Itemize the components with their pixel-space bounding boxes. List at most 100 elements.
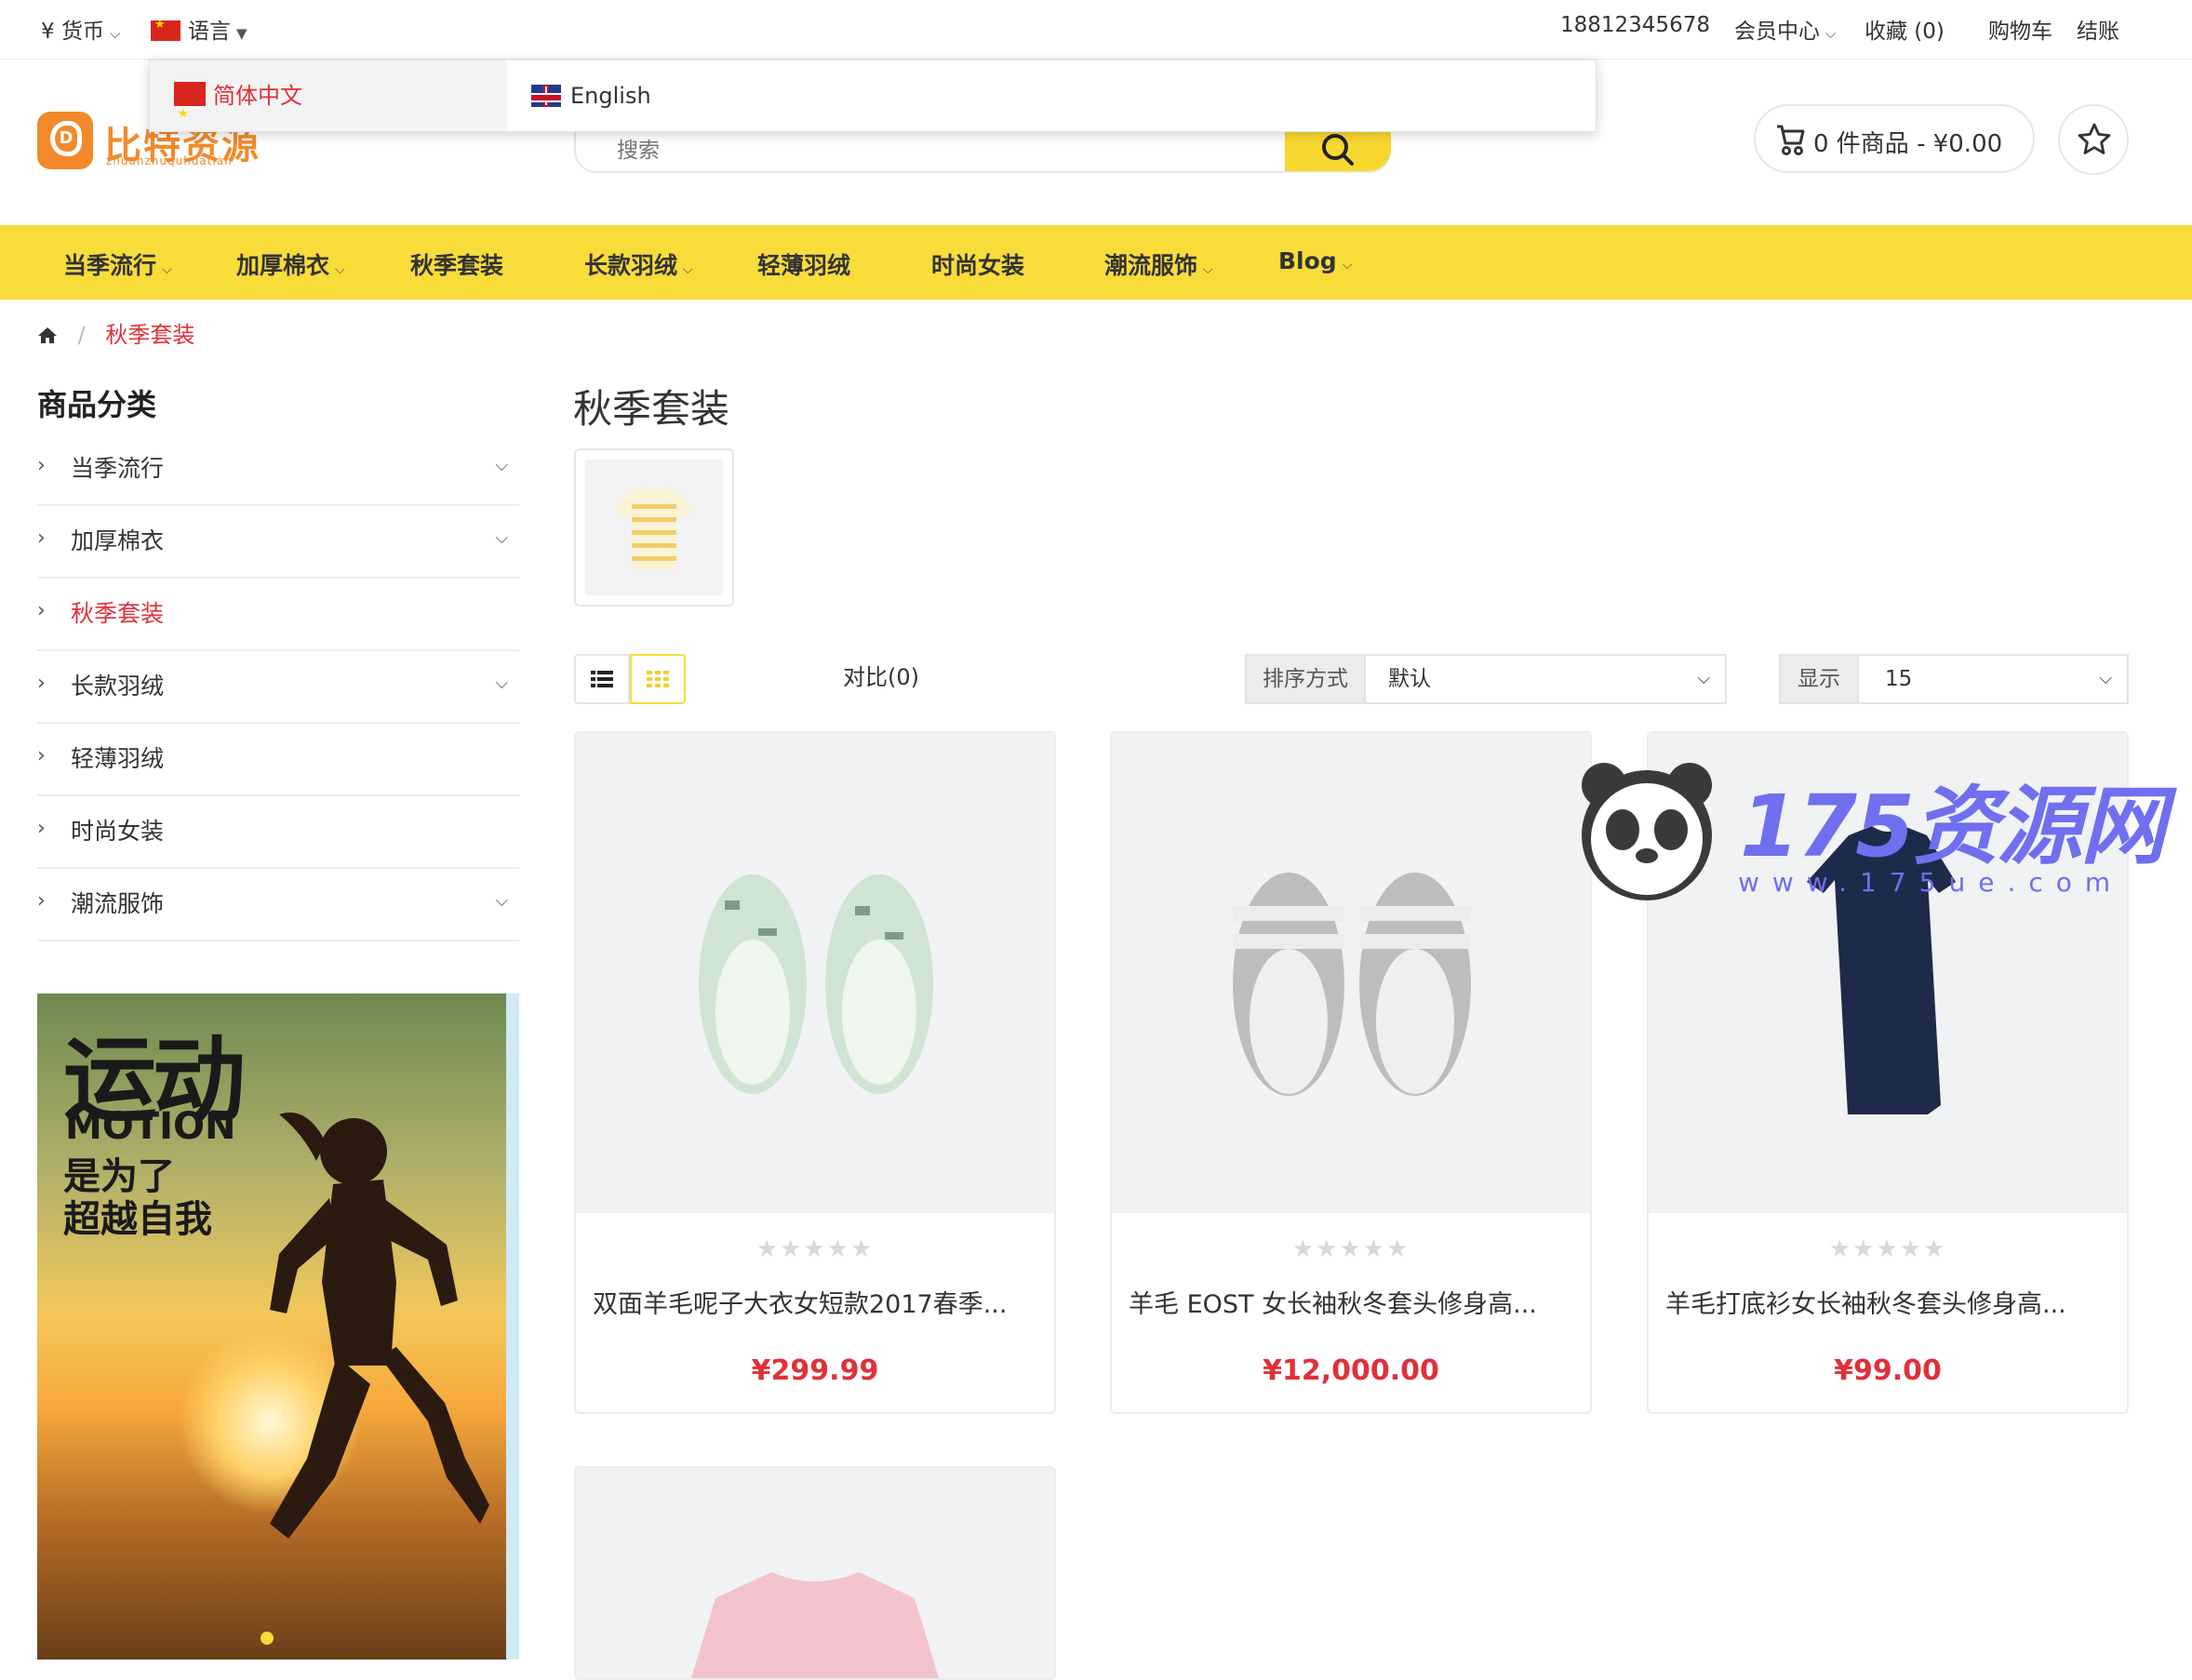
top-bar: ¥ 货币 ⌵ 语言 ▼ 18812345678 会员中心 ⌵ 收藏 (0) 购物车 结…: [0, 0, 2192, 60]
product-price: ¥12,000.00: [1263, 1354, 1439, 1387]
nav-item-label: 潮流服饰: [1104, 252, 1198, 279]
grid-view-button[interactable]: [630, 654, 686, 704]
product-image[interactable]: [1112, 733, 1590, 1213]
shopping-cart-icon: [1777, 125, 1805, 155]
sidebar-item-long-down[interactable]: › 长款羽绒 ⌵: [37, 651, 519, 724]
breadcrumb: / 秋季套装: [37, 316, 194, 349]
watermark-url: www.175ue.com: [1738, 867, 2124, 898]
caret-down-icon: ▼: [236, 25, 247, 42]
logo-mark-icon: [37, 112, 93, 169]
product-price: ¥99.00: [1834, 1354, 1942, 1387]
china-flag-icon: [151, 18, 180, 41]
sidebar-item-label: 轻薄羽绒: [71, 745, 165, 772]
rating-stars: ★★★★★: [755, 1235, 875, 1263]
chevron-down-icon: ⌵: [2099, 669, 2112, 688]
checkout-link[interactable]: 结账: [2077, 13, 2119, 45]
nav-item-long-down[interactable]: 长款羽绒 ⌵: [584, 247, 693, 281]
product-name[interactable]: 双面羊毛呢子大衣女短款2017春季...: [593, 1284, 1037, 1320]
search-bar: [574, 128, 1391, 173]
sidebar-item-women-fashion[interactable]: › 时尚女装: [37, 796, 519, 869]
list-view-button[interactable]: [574, 654, 630, 704]
chevron-down-icon[interactable]: ⌵: [495, 456, 508, 475]
sidebar-item-label: 当季流行: [71, 455, 165, 482]
search-input[interactable]: [615, 138, 1177, 164]
category-thumbnail[interactable]: [574, 448, 734, 607]
nav-item-label: 秋季套装: [410, 252, 504, 279]
slippers-image: [699, 874, 933, 1094]
chevron-down-icon: ⌵: [683, 262, 693, 277]
show-value: 15: [1885, 667, 1913, 691]
runner-silhouette: [270, 1113, 489, 1539]
wishlist-link[interactable]: 收藏 (0): [1865, 13, 1945, 45]
show-count-select[interactable]: 15 ⌵: [1857, 654, 2129, 704]
cart-link[interactable]: 购物车: [1988, 13, 2052, 45]
chevron-down-icon: ⌵: [1203, 262, 1213, 277]
nav-item-label: 长款羽绒: [584, 252, 678, 279]
main-nav: 当季流行 ⌵ 加厚棉衣 ⌵ 秋季套装 长款羽绒 ⌵ 轻薄羽绒 时尚女装 潮流服饰 ⌵ B…: [0, 225, 2192, 300]
product-price: ¥299.99: [751, 1354, 879, 1387]
show-label: 显示: [1779, 654, 1859, 704]
search-button[interactable]: [1285, 128, 1391, 171]
sort-select[interactable]: 默认 ⌵: [1364, 654, 1727, 704]
product-card[interactable]: ★★★★★ 羊毛 EOST 女长袖秋冬套头修身高... ¥12,000.00: [1110, 731, 1592, 1414]
nav-item-light-down[interactable]: 轻薄羽绒: [757, 247, 850, 281]
cart-summary-button[interactable]: 0 件商品 - ¥0.00: [1754, 104, 2035, 173]
nav-item-blog[interactable]: Blog ⌵: [1278, 247, 1352, 274]
product-name[interactable]: 羊毛打底衫女长袖秋冬套头修身高...: [1665, 1284, 2110, 1320]
nav-item-label: 时尚女装: [931, 252, 1025, 279]
rating-stars: ★★★★★: [1291, 1235, 1410, 1263]
nav-item-women-fashion[interactable]: 时尚女装: [931, 247, 1024, 281]
account-menu[interactable]: 会员中心 ⌵: [1734, 13, 1836, 45]
chevron-right-icon: ›: [37, 672, 46, 695]
panda-icon: [1582, 763, 1712, 900]
sort-value: 默认: [1388, 667, 1431, 691]
category-image: [585, 460, 723, 595]
nav-item-padded-coats[interactable]: 加厚棉衣 ⌵: [236, 247, 345, 281]
chevron-down-icon: ⌵: [335, 262, 345, 277]
product-card[interactable]: [574, 1466, 1056, 1680]
product-image[interactable]: [576, 733, 1054, 1213]
breadcrumb-separator: /: [77, 322, 86, 348]
sidebar-item-light-down[interactable]: › 轻薄羽绒: [37, 724, 519, 796]
cart-summary-text: 0 件商品 - ¥0.00: [1813, 130, 2003, 158]
search-icon: [1322, 134, 1354, 166]
chevron-down-icon[interactable]: ⌵: [495, 528, 508, 548]
list-icon: [591, 671, 613, 687]
language-option-label: English: [570, 83, 651, 109]
grid-icon: [647, 671, 669, 687]
chevron-down-icon: ⌵: [162, 262, 172, 277]
sidebar-item-autumn-sets[interactable]: › 秋季套装: [37, 579, 519, 651]
product-name[interactable]: 羊毛 EOST 女长袖秋冬套头修身高...: [1129, 1284, 1573, 1320]
nav-item-label: 轻薄羽绒: [757, 252, 851, 279]
language-option-zh[interactable]: 简体中文: [150, 60, 507, 150]
compare-link[interactable]: 对比(0): [843, 659, 919, 691]
language-option-en[interactable]: English: [507, 60, 861, 131]
language-selector[interactable]: 语言 ▼: [151, 13, 247, 45]
sidebar-item-seasonal[interactable]: › 当季流行 ⌵: [37, 433, 519, 506]
pink-tshirt-image: [691, 1572, 939, 1678]
chevron-down-icon[interactable]: ⌵: [495, 673, 508, 693]
nav-item-label: 当季流行: [63, 252, 157, 279]
product-card[interactable]: ★★★★★ 双面羊毛呢子大衣女短款2017春季... ¥299.99: [574, 731, 1056, 1414]
sidebar-item-padded-coats[interactable]: › 加厚棉衣 ⌵: [37, 506, 519, 579]
page-title: 秋季套装: [573, 386, 730, 432]
sidebar-item-trend-apparel[interactable]: › 潮流服饰 ⌵: [37, 869, 519, 941]
chevron-down-icon: ⌵: [1342, 258, 1353, 273]
carousel-dot[interactable]: [261, 1632, 274, 1645]
nav-item-autumn-sets[interactable]: 秋季套装: [410, 247, 503, 281]
chevron-down-icon[interactable]: ⌵: [495, 891, 508, 911]
currency-selector[interactable]: ¥ 货币 ⌵: [41, 13, 120, 45]
nav-item-trend-apparel[interactable]: 潮流服饰 ⌵: [1104, 247, 1213, 281]
currency-label: ¥ 货币: [41, 20, 104, 44]
favorites-button[interactable]: [2058, 104, 2129, 175]
language-dropdown: 简体中文 English: [149, 60, 1597, 150]
home-icon[interactable]: [37, 326, 58, 344]
breadcrumb-current[interactable]: 秋季套装: [105, 322, 194, 348]
banner-subheadline: MOTION: [65, 1105, 236, 1148]
watermark-text: 175资源网: [1740, 777, 2166, 876]
sidebar-banner[interactable]: 运动 MOTION 是为了 超越自我: [37, 993, 519, 1660]
chevron-down-icon: ⌵: [1697, 669, 1710, 688]
chevron-right-icon: ›: [37, 599, 46, 622]
nav-item-seasonal[interactable]: 当季流行 ⌵: [63, 247, 172, 281]
language-option-label: 简体中文: [213, 83, 302, 109]
